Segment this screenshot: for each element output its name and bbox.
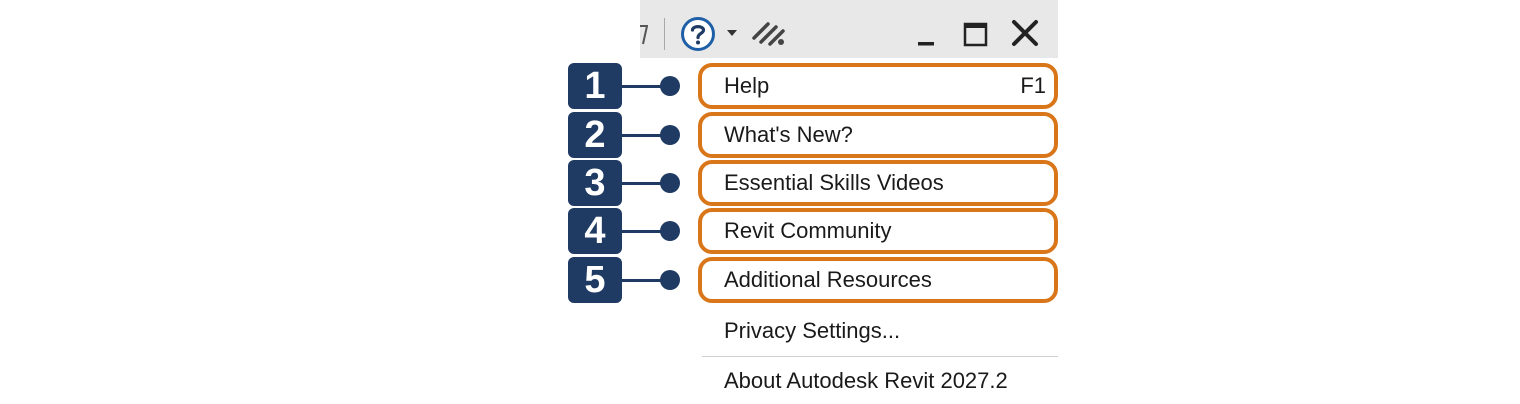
- menu-item-label: What's New?: [724, 122, 853, 147]
- callout-dot: [660, 221, 680, 241]
- menu-item-label: Help: [724, 73, 770, 98]
- close-icon[interactable]: [1008, 16, 1042, 50]
- help-dropdown-menu: Help F1 What's New? Essential Skills Vid…: [698, 58, 1058, 404]
- callout-dot: [660, 125, 680, 145]
- menu-separator: [702, 356, 1058, 357]
- community-icon[interactable]: [752, 18, 788, 50]
- title-bar: [640, 0, 1058, 58]
- help-icon[interactable]: [680, 16, 716, 52]
- callout-number: 1: [568, 63, 622, 109]
- menu-item-label: Revit Community: [724, 218, 892, 243]
- menu-item-revit-community[interactable]: Revit Community: [698, 208, 1058, 254]
- callout-number: 4: [568, 208, 622, 254]
- callout-5: 5: [568, 257, 682, 303]
- menu-item-privacy-settings[interactable]: Privacy Settings...: [698, 308, 1058, 354]
- dropdown-arrow-icon[interactable]: [726, 28, 738, 38]
- menu-item-additional-resources[interactable]: Additional Resources: [698, 257, 1058, 303]
- callout-3: 3: [568, 160, 682, 206]
- menu-item-shortcut: F1: [1020, 73, 1046, 98]
- callout-2: 2: [568, 112, 682, 158]
- menu-item-whats-new[interactable]: What's New?: [698, 112, 1058, 158]
- maximize-icon[interactable]: [960, 18, 992, 50]
- callout-dot: [660, 270, 680, 290]
- menu-item-label: Privacy Settings...: [724, 318, 901, 343]
- annotated-screenshot: Help F1 What's New? Essential Skills Vid…: [0, 0, 1520, 404]
- toolbar-separator: [664, 18, 665, 50]
- callout-number: 2: [568, 112, 622, 158]
- partial-toolbar-icon: [640, 25, 648, 45]
- menu-item-label: About Autodesk Revit 2027.2: [724, 368, 1008, 393]
- menu-item-essential-skills-videos[interactable]: Essential Skills Videos: [698, 160, 1058, 206]
- menu-item-label: Additional Resources: [724, 267, 932, 292]
- callout-4: 4: [568, 208, 682, 254]
- callout-number: 3: [568, 160, 622, 206]
- callout-dot: [660, 173, 680, 193]
- menu-item-help[interactable]: Help F1: [698, 63, 1058, 109]
- minimize-icon[interactable]: [914, 18, 942, 48]
- menu-item-label: Essential Skills Videos: [724, 170, 944, 195]
- callout-1: 1: [568, 63, 682, 109]
- menu-item-about[interactable]: About Autodesk Revit 2027.2: [698, 358, 1058, 404]
- callout-number: 5: [568, 257, 622, 303]
- callout-dot: [660, 76, 680, 96]
